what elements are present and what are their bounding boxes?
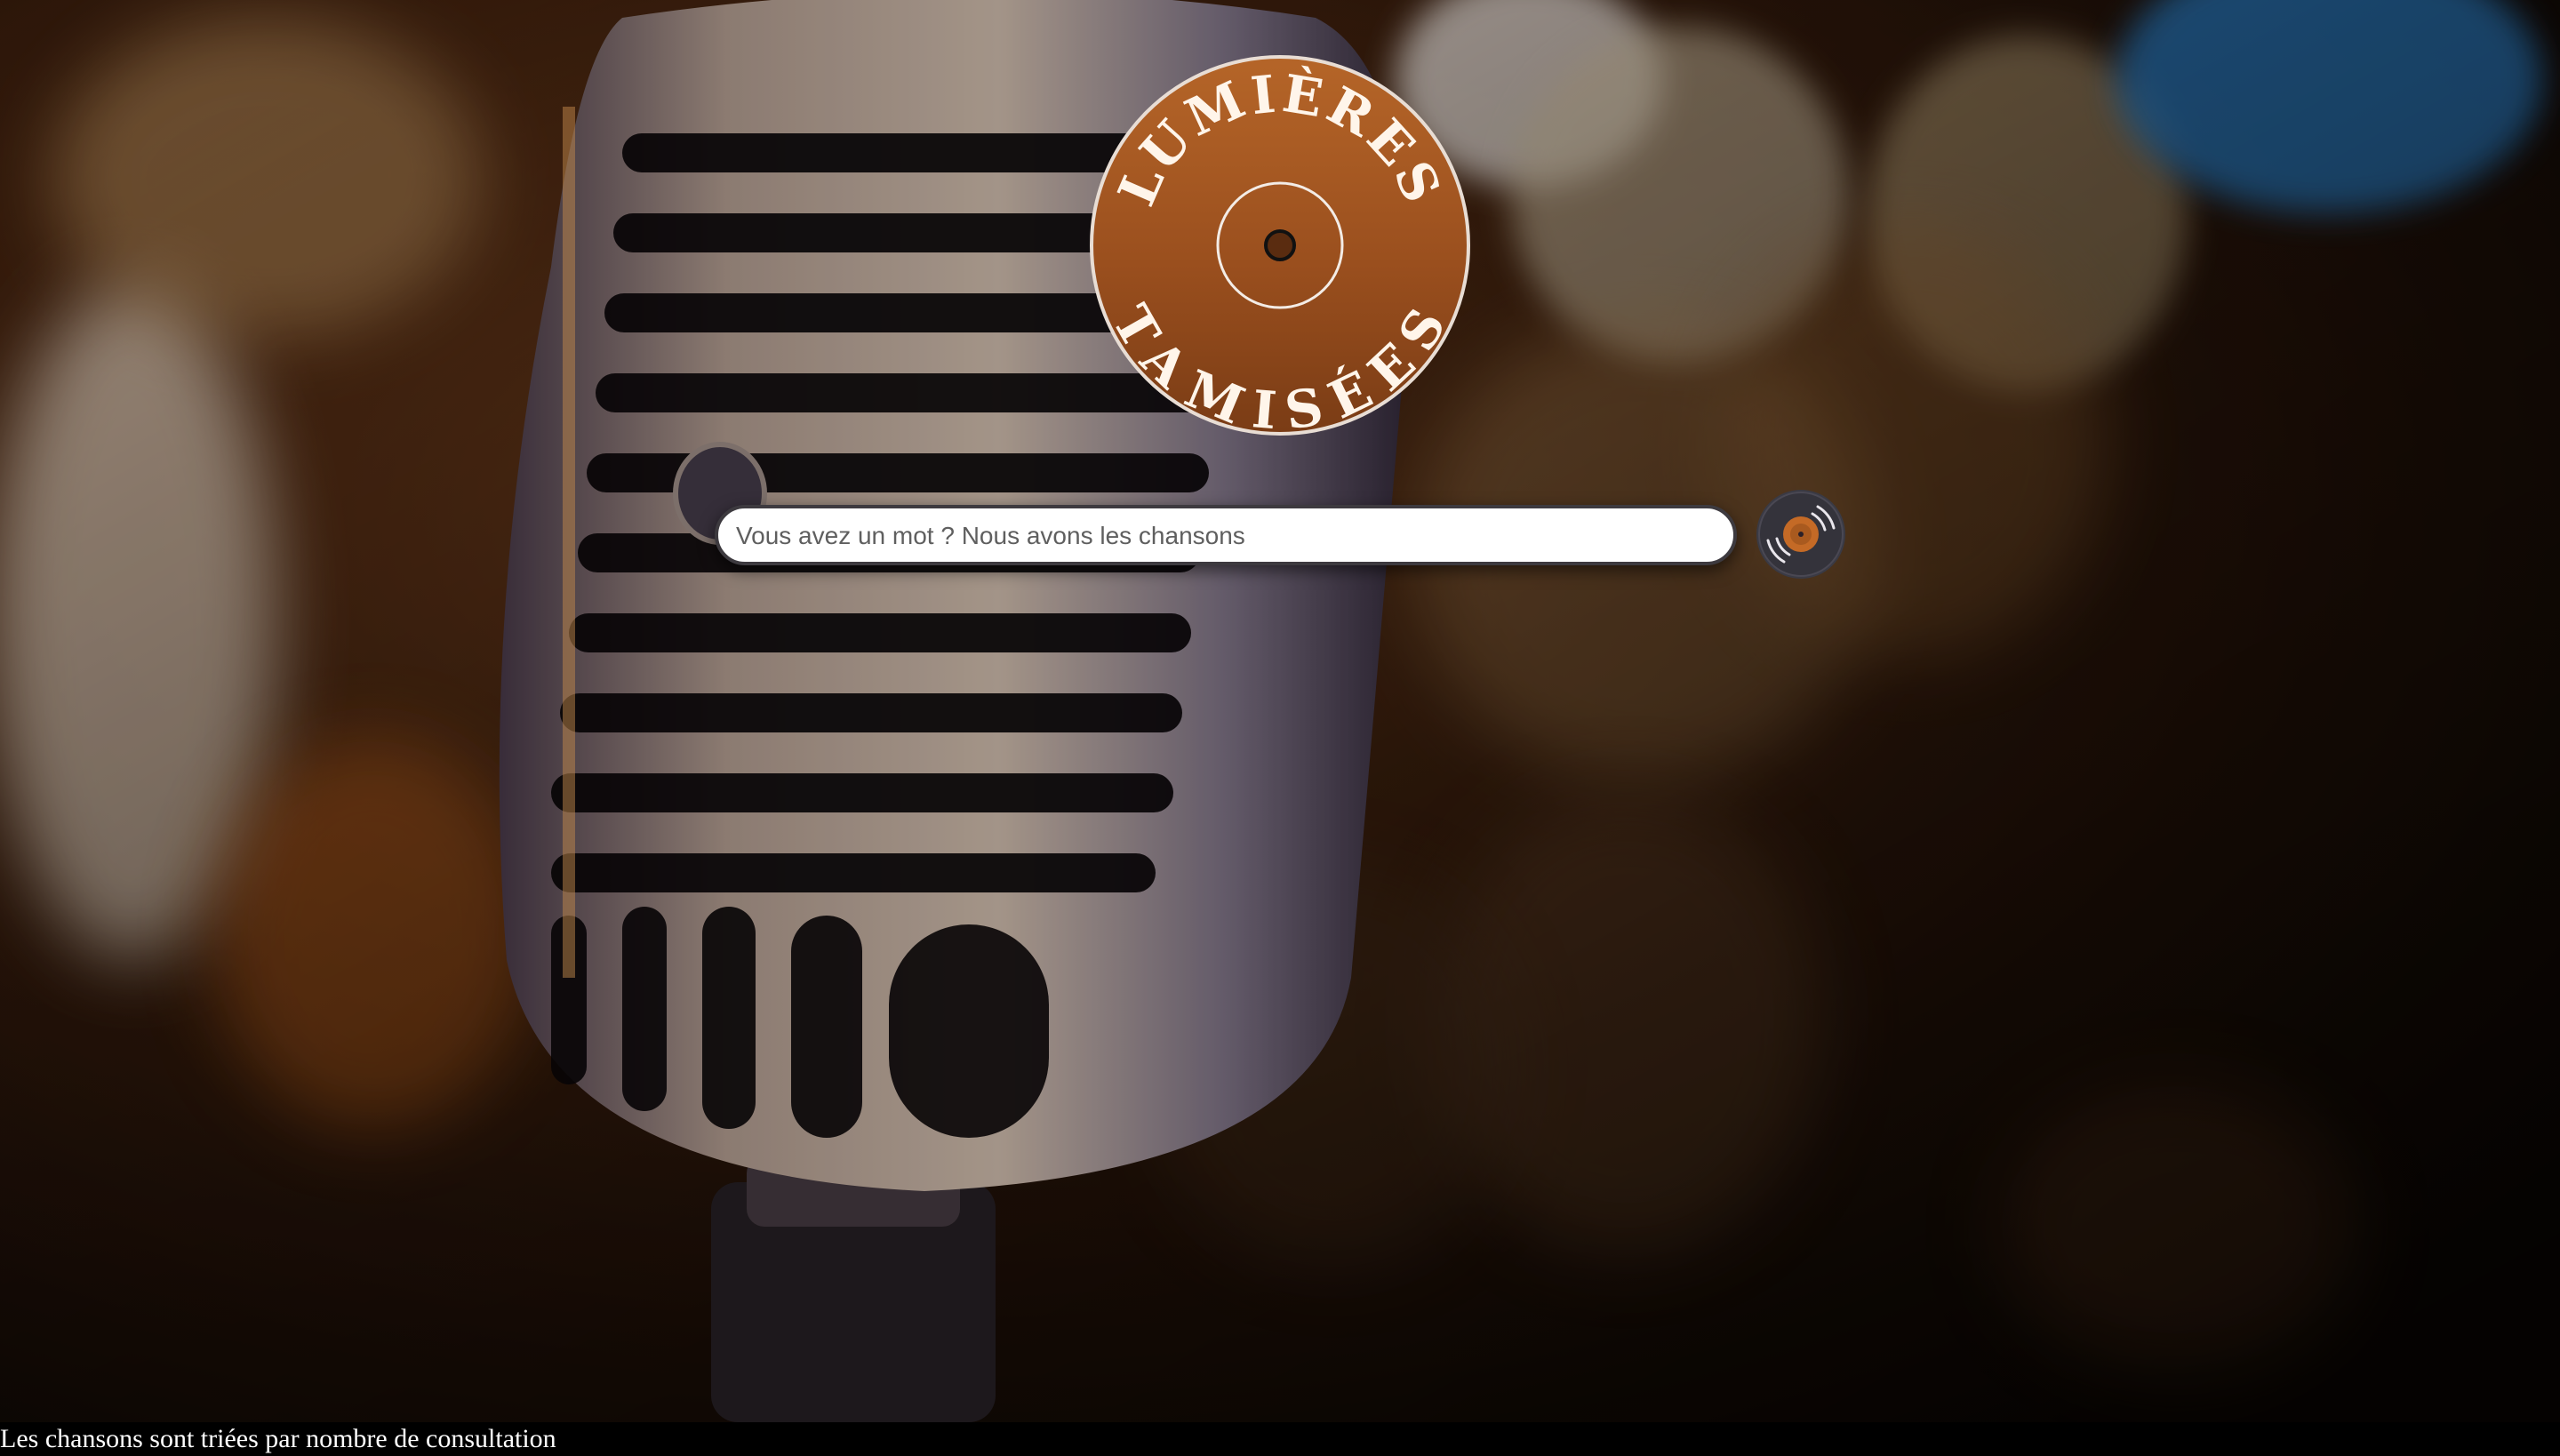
search-button[interactable] xyxy=(1756,489,1846,580)
search-input[interactable] xyxy=(734,508,1716,564)
hero-section: LUMIÈRES TAMISÉES xyxy=(0,0,2560,1422)
logo-spindle-hole xyxy=(1264,229,1296,261)
vinyl-record-icon xyxy=(1756,490,1845,579)
search-bar xyxy=(715,505,1737,565)
sort-info-note: Les chansons sont triées par nombre de c… xyxy=(0,1422,2560,1456)
site-logo[interactable]: LUMIÈRES TAMISÉES xyxy=(1088,53,1472,437)
